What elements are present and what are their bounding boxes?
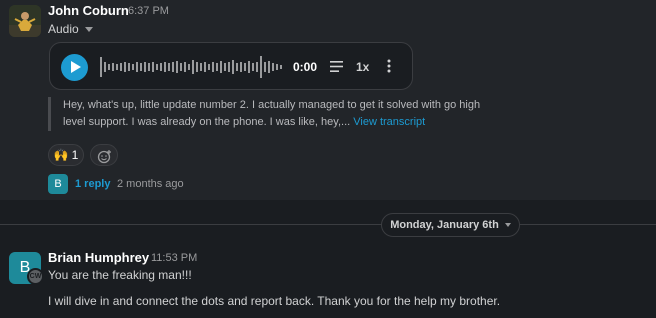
thread-reply-avatar[interactable]: B [48, 174, 68, 194]
reaction-pill[interactable]: 🙌 1 [48, 144, 84, 166]
play-icon [71, 61, 81, 73]
raised-hands-emoji: 🙌 [53, 148, 69, 162]
add-reaction-button[interactable] [90, 144, 118, 166]
date-divider-label: Monday, January 6th [390, 219, 499, 231]
message-timestamp[interactable]: 11:53 PM [151, 252, 197, 264]
lines-icon[interactable] [330, 61, 343, 72]
message-timestamp[interactable]: 6:37 PM [128, 5, 169, 17]
audio-player: 0:00 1x [49, 42, 413, 90]
thread-last-reply-time: 2 months ago [117, 178, 184, 190]
play-button[interactable] [61, 54, 88, 81]
view-transcript-link[interactable]: View transcript [353, 116, 425, 128]
playback-speed-button[interactable]: 1x [356, 60, 369, 74]
audio-attachment-toggle[interactable]: Audio [48, 22, 93, 36]
chevron-down-icon [84, 26, 93, 32]
reaction-count: 1 [71, 148, 79, 162]
audio-duration: 0:00 [293, 60, 318, 74]
date-divider-button[interactable]: Monday, January 6th [381, 213, 520, 237]
avatar-photo-icon [9, 5, 41, 37]
author-name[interactable]: Brian Humphrey [48, 250, 149, 265]
message-pane: John Coburn 6:37 PM Audio 0:00 1x Hey, w… [0, 0, 656, 318]
audio-label: Audio [48, 22, 79, 36]
message-text: I will dive in and connect the dots and … [48, 294, 501, 308]
transcript-preview: Hey, what's up, little update number 2. … [48, 97, 483, 131]
kebab-icon[interactable] [387, 59, 391, 73]
chevron-down-icon [504, 223, 511, 227]
message-text: You are the freaking man!!! [48, 268, 192, 282]
author-name[interactable]: John Coburn [48, 3, 129, 18]
add-emoji-icon [97, 150, 111, 164]
thread-replies-link[interactable]: 1 reply [75, 178, 110, 190]
date-divider-line [0, 224, 656, 225]
avatar[interactable] [9, 5, 41, 37]
workspace-badge: CW [27, 268, 44, 285]
